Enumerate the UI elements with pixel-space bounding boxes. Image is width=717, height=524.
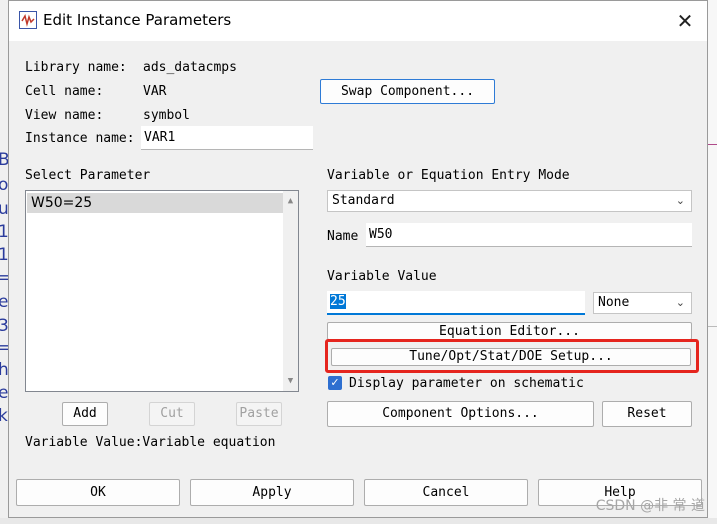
parameter-list[interactable]: W50=25 ▲ ▼ xyxy=(25,190,299,392)
paste-button[interactable]: Paste xyxy=(236,402,282,426)
select-parameter-label: Select Parameter xyxy=(25,168,151,183)
add-button[interactable]: Add xyxy=(62,402,108,426)
background-bottom-strip xyxy=(0,518,717,524)
instance-name-input[interactable]: VAR1 xyxy=(141,126,313,150)
status-text: Variable Value:Variable equation xyxy=(25,435,276,450)
library-name-label: Library name: xyxy=(25,60,127,75)
chevron-down-icon: ⌄ xyxy=(675,296,685,309)
background-glyph: k xyxy=(0,406,8,426)
view-name-label: View name: xyxy=(25,108,104,123)
equation-editor-button[interactable]: Equation Editor... xyxy=(327,322,692,340)
library-name-value: ads_datacmps xyxy=(143,60,237,75)
apply-button[interactable]: Apply xyxy=(190,479,354,506)
variable-value-label: Variable Value xyxy=(327,269,437,284)
name-input[interactable]: W50 xyxy=(366,223,692,247)
cancel-button[interactable]: Cancel xyxy=(364,479,528,506)
swap-component-button[interactable]: Swap Component... xyxy=(320,79,495,104)
reset-button[interactable]: Reset xyxy=(602,401,692,427)
cell-name-label: Cell name: xyxy=(25,84,104,99)
app-icon xyxy=(19,11,37,29)
selected-value-text: 25 xyxy=(330,294,346,309)
entry-mode-select[interactable]: Standard ⌄ xyxy=(327,190,692,212)
entry-mode-value: Standard xyxy=(332,193,395,208)
background-right-strip xyxy=(707,0,717,524)
title-bar: Edit Instance Parameters ✕ xyxy=(9,1,707,41)
view-name-value: symbol xyxy=(143,108,190,123)
component-options-button[interactable]: Component Options... xyxy=(327,401,594,427)
edit-instance-dialog: Edit Instance Parameters ✕ Library name:… xyxy=(8,0,708,518)
cut-button[interactable]: Cut xyxy=(149,402,195,426)
cell-name-value: VAR xyxy=(143,84,167,99)
variable-value-input[interactable]: 25 xyxy=(327,291,585,315)
name-label: Name xyxy=(327,229,359,244)
scroll-up-icon[interactable]: ▲ xyxy=(283,193,298,209)
ok-button[interactable]: OK xyxy=(16,479,180,506)
list-scrollbar[interactable]: ▲ ▼ xyxy=(283,191,298,391)
unit-value: None xyxy=(598,295,630,310)
entry-mode-label: Variable or Equation Entry Mode xyxy=(327,168,570,183)
display-parameter-label: Display parameter on schematic xyxy=(349,376,584,391)
watermark: CSDN @非 常 道 xyxy=(595,498,705,514)
display-parameter-checkbox[interactable]: ✓ xyxy=(328,376,342,390)
highlight-annotation-box xyxy=(325,339,699,373)
close-icon[interactable]: ✕ xyxy=(673,9,697,33)
list-item[interactable]: W50=25 xyxy=(27,193,283,213)
instance-name-label: Instance name: xyxy=(25,131,135,146)
chevron-down-icon: ⌄ xyxy=(675,194,685,207)
unit-select[interactable]: None ⌄ xyxy=(593,292,692,314)
dialog-title: Edit Instance Parameters xyxy=(43,11,232,29)
scroll-down-icon[interactable]: ▼ xyxy=(283,373,298,389)
